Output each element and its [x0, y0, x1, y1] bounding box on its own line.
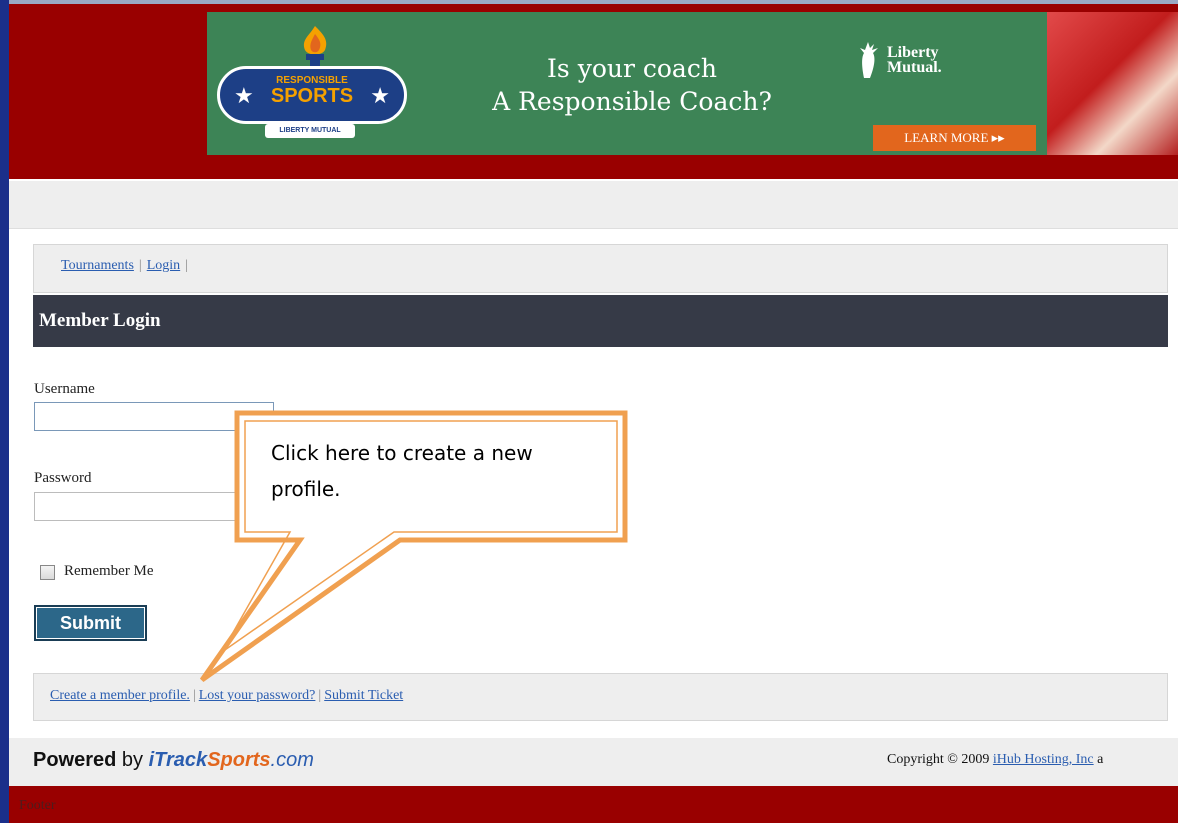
callout-bubble: [199, 410, 628, 683]
callout-text: Click here to create a new profile.: [271, 441, 533, 501]
